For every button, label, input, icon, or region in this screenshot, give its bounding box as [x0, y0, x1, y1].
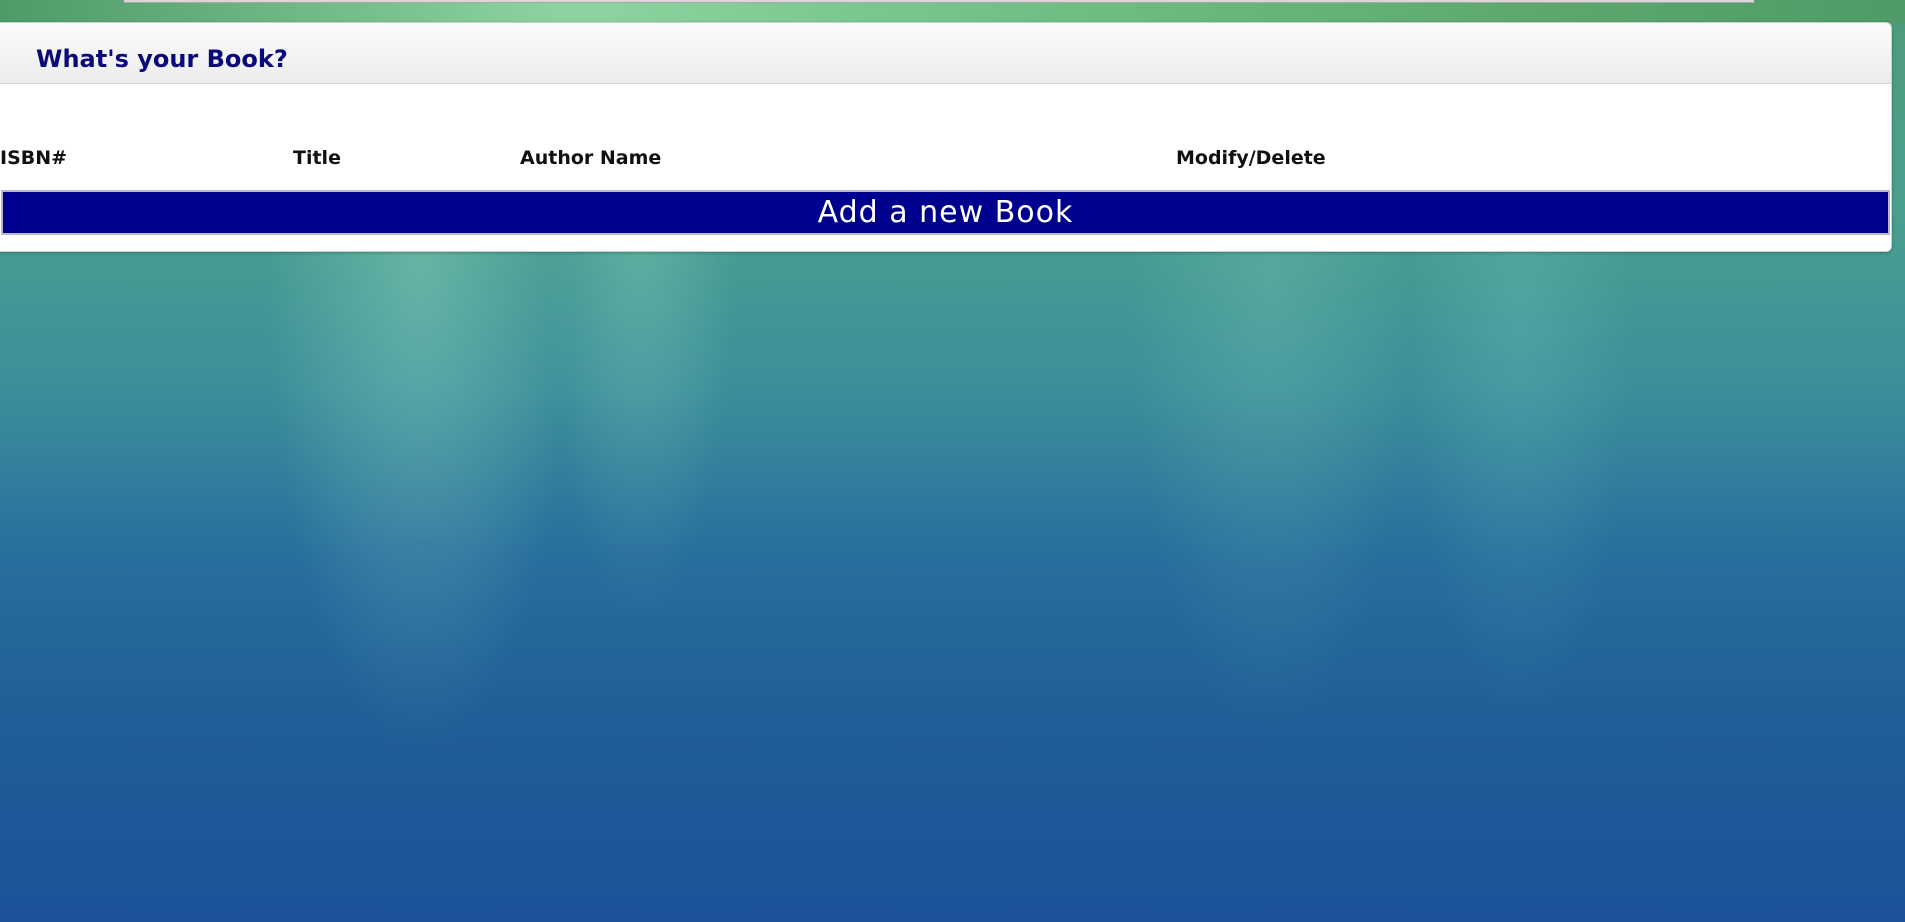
window-top-strip [0, 0, 1905, 22]
book-panel: What's your Book? ISBN# Title Author Nam… [0, 22, 1892, 252]
column-header-title: Title [293, 147, 341, 169]
add-new-book-button[interactable]: Add a new Book [1, 190, 1890, 235]
column-header-isbn: ISBN# [0, 147, 68, 169]
panel-header: What's your Book? [0, 23, 1891, 84]
column-header-author-name: Author Name [520, 147, 662, 169]
page-title: What's your Book? [36, 45, 288, 73]
column-header-modify-delete: Modify/Delete [1176, 147, 1326, 169]
address-bar-edge [124, 0, 1754, 3]
